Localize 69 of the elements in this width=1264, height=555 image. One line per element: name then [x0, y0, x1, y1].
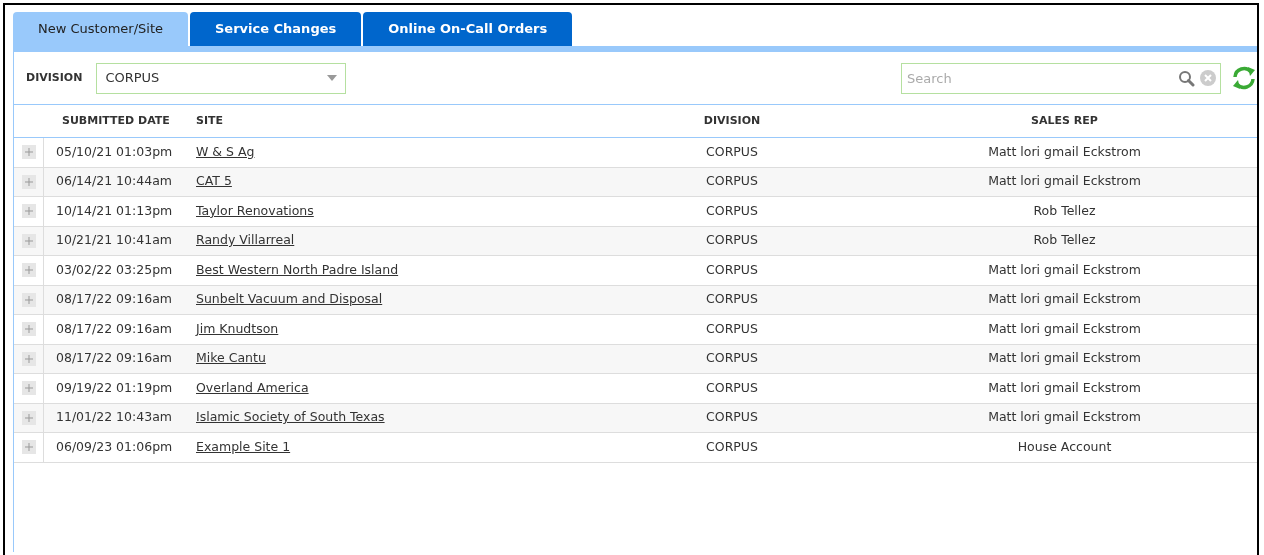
table-cell: CORPUS	[706, 438, 758, 454]
expand-icon[interactable]	[21, 410, 36, 425]
site-link[interactable]: Overland America	[196, 379, 309, 395]
search-icon[interactable]	[1178, 69, 1195, 87]
site-link[interactable]: Islamic Society of South Texas	[196, 409, 385, 425]
column-header[interactable]: SITE	[192, 112, 592, 130]
table-cell: CORPUS	[706, 350, 758, 366]
expand-icon[interactable]	[21, 145, 36, 160]
clear-icon[interactable]	[1200, 70, 1216, 86]
tab[interactable]: New Customer/Site	[13, 12, 188, 46]
table-cell: Matt lori gmail Eckstrom	[988, 350, 1141, 366]
table-cell: CORPUS	[706, 261, 758, 277]
table-cell: 08/17/22 09:16am	[56, 320, 172, 336]
expand-icon[interactable]	[21, 204, 36, 219]
table-cell: CORPUS	[706, 291, 758, 307]
table-cell: 10/21/21 10:41am	[56, 232, 172, 248]
expand-icon[interactable]	[21, 322, 36, 337]
search-field[interactable]: Search	[901, 62, 1221, 94]
table-cell: 08/17/22 09:16am	[56, 350, 172, 366]
table-cell: Rob Tellez	[1033, 232, 1096, 248]
division-label: DIVISION	[26, 69, 83, 86]
table-cell: 09/19/22 01:19pm	[56, 379, 173, 395]
table-cell: 10/14/21 01:13pm	[56, 202, 173, 218]
expand-icon[interactable]	[21, 233, 36, 248]
table-cell: CORPUS	[706, 320, 758, 336]
column-header[interactable]: SUBMITTED DATE	[44, 112, 192, 130]
site-link[interactable]: Sunbelt Vacuum and Disposal	[196, 291, 383, 307]
table-cell: 06/14/21 10:44am	[56, 173, 172, 189]
table-cell: 06/09/23 01:06pm	[56, 438, 173, 454]
site-link[interactable]: Jim Knudtson	[196, 320, 279, 336]
expand-icon[interactable]	[21, 292, 36, 307]
table-cell: 08/17/22 09:16am	[56, 291, 172, 307]
expand-icon[interactable]	[21, 263, 36, 278]
table-cell: Matt lori gmail Eckstrom	[988, 173, 1141, 189]
table-cell: Matt lori gmail Eckstrom	[988, 320, 1141, 336]
table-cell: CORPUS	[706, 232, 758, 248]
table-cell: Matt lori gmail Eckstrom	[988, 379, 1141, 395]
table-cell: Matt lori gmail Eckstrom	[988, 409, 1141, 425]
tab[interactable]: Online On-Call Orders	[363, 12, 573, 46]
table-cell: CORPUS	[706, 379, 758, 395]
expand-icon[interactable]	[21, 174, 36, 189]
tab[interactable]: Service Changes	[190, 12, 362, 46]
expand-icon[interactable]	[21, 440, 36, 455]
table-cell: Matt lori gmail Eckstrom	[988, 291, 1141, 307]
table-cell: Matt lori gmail Eckstrom	[988, 261, 1141, 277]
table-cell: CORPUS	[706, 173, 758, 189]
site-link[interactable]: W & S Ag	[196, 143, 255, 159]
division-dropdown[interactable]: CORPUS	[96, 62, 347, 94]
expand-icon[interactable]	[21, 381, 36, 396]
table-cell: CORPUS	[706, 143, 758, 159]
site-link[interactable]: Mike Cantu	[196, 350, 266, 366]
site-link[interactable]: Randy Villarreal	[196, 232, 295, 248]
table-cell: 03/02/22 03:25pm	[56, 261, 173, 277]
refresh-icon[interactable]	[1231, 66, 1257, 90]
table-cell: CORPUS	[706, 409, 758, 425]
dropdown-caret-icon	[327, 75, 338, 81]
table-cell: 11/01/22 10:43am	[56, 409, 172, 425]
site-link[interactable]: Example Site 1	[196, 438, 291, 454]
table-cell: CORPUS	[706, 202, 758, 218]
expand-icon[interactable]	[21, 351, 36, 366]
table-cell: Rob Tellez	[1033, 202, 1096, 218]
column-header[interactable]: SALES REP	[872, 112, 1257, 130]
site-link[interactable]: CAT 5	[196, 173, 232, 189]
table-cell: 05/10/21 01:03pm	[56, 143, 173, 159]
column-header[interactable]: DIVISION	[592, 112, 872, 130]
site-link[interactable]: Best Western North Padre Island	[196, 261, 399, 277]
site-link[interactable]: Taylor Renovations	[196, 202, 314, 218]
table-cell: Matt lori gmail Eckstrom	[988, 143, 1141, 159]
table-cell: House Account	[1017, 438, 1112, 454]
